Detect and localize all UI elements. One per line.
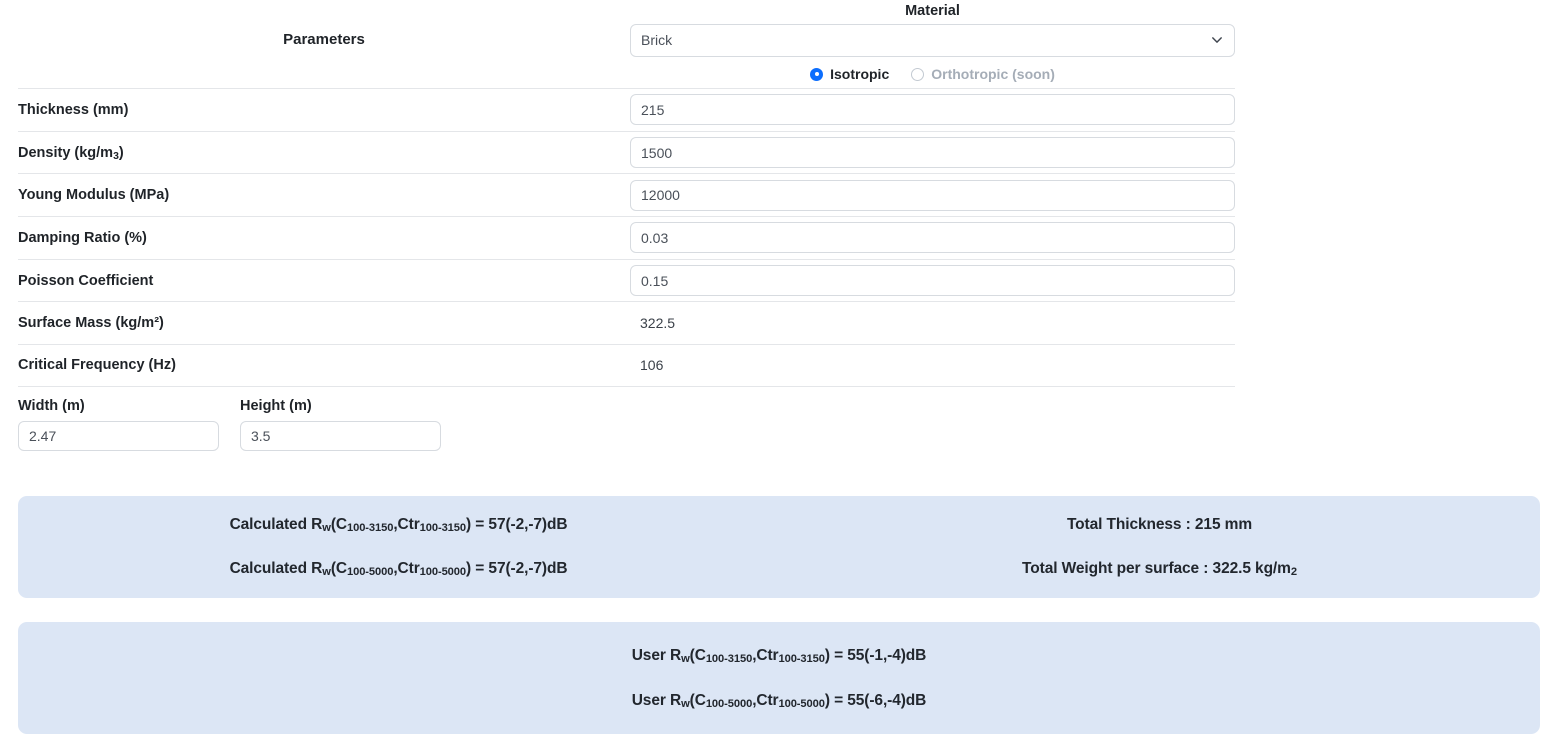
- height-label: Height (m): [240, 398, 312, 414]
- width-field: Width (m): [18, 398, 219, 451]
- poisson-input[interactable]: [630, 265, 1235, 297]
- height-input[interactable]: [240, 421, 441, 451]
- row-label-density: Density (kg/m3): [18, 144, 124, 162]
- table-row: Surface Mass (kg/m²) 322.5: [18, 301, 1235, 344]
- row-label-damping-ratio: Damping Ratio (%): [18, 229, 147, 246]
- row-value-thickness: [630, 94, 1235, 126]
- row-value-young-modulus: [630, 179, 1235, 211]
- row-value-damping-ratio: [630, 222, 1235, 254]
- young-modulus-input[interactable]: [630, 179, 1235, 211]
- height-field: Height (m): [240, 398, 441, 451]
- width-input[interactable]: [18, 421, 219, 451]
- thickness-input[interactable]: [630, 94, 1235, 126]
- user-rw-line-3150: User Rw(C100-3150,Ctr100-3150) = 55(-1,-…: [631, 646, 927, 665]
- table-row: Damping Ratio (%): [18, 216, 1235, 259]
- row-label-young-modulus: Young Modulus (MPa): [18, 187, 170, 204]
- totals-column: Total Thickness : 215 mm Total Weight pe…: [779, 496, 1540, 598]
- user-rw-line-5000: User Rw(C100-5000,Ctr100-5000) = 55(-6,-…: [631, 691, 927, 710]
- dimensions-section: Width (m) Height (m): [18, 398, 441, 451]
- material-column-header: Material Brick Isotropic Orthotropic (so…: [630, 0, 1235, 87]
- width-label: Width (m): [18, 398, 85, 414]
- density-input[interactable]: [630, 137, 1235, 169]
- user-results-panel: User Rw(C100-3150,Ctr100-3150) = 55(-1,-…: [18, 622, 1540, 734]
- radio-dot-orthotropic[interactable]: [911, 67, 925, 81]
- row-label-critical-frequency: Critical Frequency (Hz): [18, 357, 176, 374]
- row-label-thickness: Thickness (mm): [18, 101, 129, 118]
- table-row: Critical Frequency (Hz) 106: [18, 344, 1235, 387]
- material-type-radio-group: Isotropic Orthotropic (soon): [630, 61, 1235, 87]
- table-header-row: Parameters Material Brick Isotropic Orth…: [18, 0, 1235, 88]
- surface-mass-value: 322.5: [640, 315, 676, 332]
- radio-label-isotropic: Isotropic: [830, 66, 890, 82]
- material-label: Material: [905, 3, 960, 19]
- radio-option-isotropic[interactable]: Isotropic: [810, 66, 889, 82]
- parameters-column-header: Parameters: [283, 31, 365, 48]
- material-select-wrap: Brick: [630, 24, 1235, 57]
- material-parameters-page: Parameters Material Brick Isotropic Orth…: [0, 0, 1556, 734]
- radio-dot-isotropic[interactable]: [810, 67, 824, 81]
- calculated-results-panel: Calculated Rw(C100-3150,Ctr100-3150) = 5…: [18, 496, 1540, 598]
- table-row: Poisson Coefficient: [18, 258, 1235, 302]
- table-row: Young Modulus (MPa): [18, 173, 1235, 216]
- total-thickness-text: Total Thickness : 215 mm: [1066, 516, 1253, 533]
- row-value-density: [630, 137, 1235, 169]
- row-label-surface-mass: Surface Mass (kg/m²): [18, 315, 164, 332]
- radio-label-orthotropic: Orthotropic (soon): [931, 66, 1055, 82]
- calculated-rw-line-5000: Calculated Rw(C100-5000,Ctr100-5000) = 5…: [229, 560, 568, 579]
- row-value-poisson: [630, 265, 1235, 297]
- calculated-rw-column: Calculated Rw(C100-3150,Ctr100-3150) = 5…: [18, 496, 779, 598]
- material-select[interactable]: Brick: [630, 24, 1235, 57]
- row-label-poisson: Poisson Coefficient: [18, 272, 154, 289]
- radio-option-orthotropic[interactable]: Orthotropic (soon): [911, 66, 1055, 82]
- calculated-rw-line-3150: Calculated Rw(C100-3150,Ctr100-3150) = 5…: [229, 516, 568, 535]
- damping-ratio-input[interactable]: [630, 222, 1235, 254]
- table-row: Density (kg/m3): [18, 130, 1235, 174]
- parameters-table: Parameters Material Brick Isotropic Orth…: [18, 0, 1235, 387]
- total-weight-text: Total Weight per surface : 322.5 kg/m2: [1022, 560, 1297, 579]
- table-row: Thickness (mm): [18, 88, 1235, 131]
- critical-frequency-value: 106: [640, 357, 664, 374]
